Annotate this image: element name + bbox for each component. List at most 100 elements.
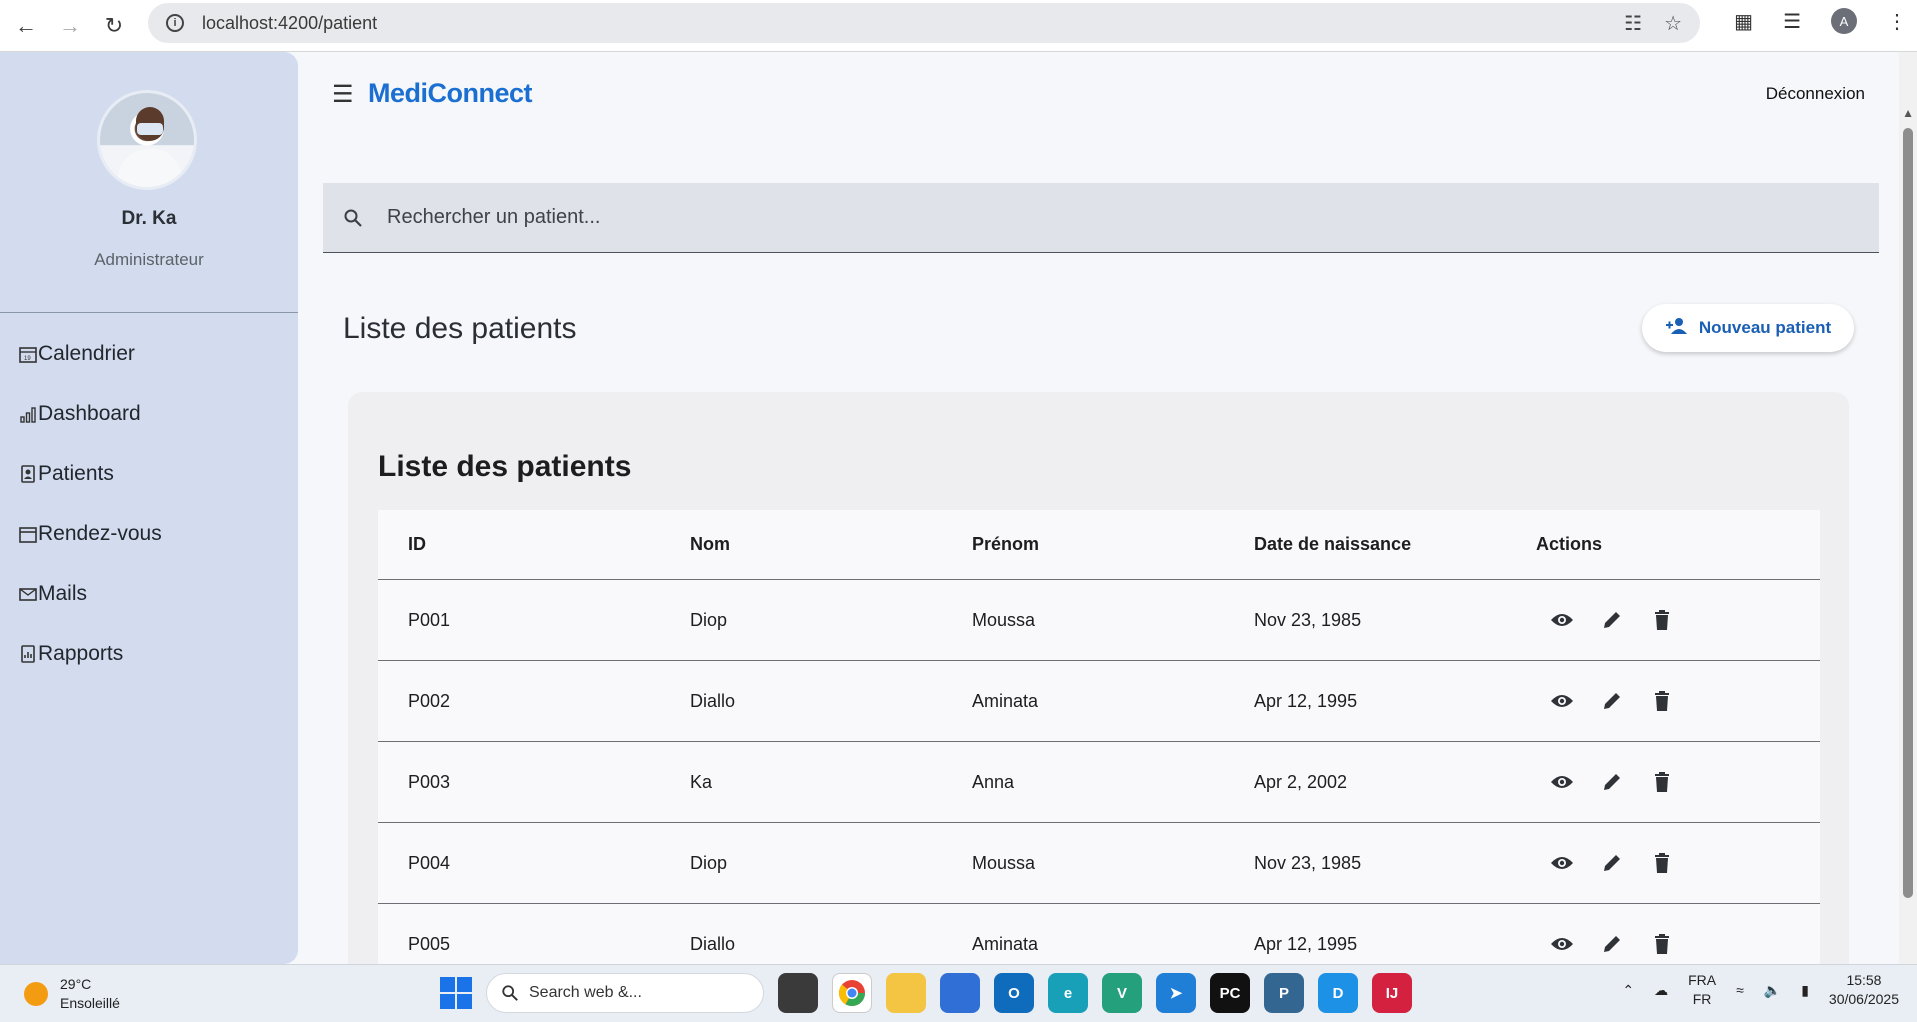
app-brand: MediConnect xyxy=(368,78,533,108)
sidebar-item-calendrier[interactable]: 19 Calendrier xyxy=(18,324,162,384)
taskbar-search[interactable]: Search web &... xyxy=(486,973,764,1013)
address-bar[interactable]: i localhost:4200/patient ☷ ☆ xyxy=(148,3,1700,43)
windows-start-icon[interactable] xyxy=(440,977,472,1009)
view-eye-icon[interactable] xyxy=(1550,689,1574,713)
cell-prenom: Anna xyxy=(972,771,1015,792)
edit-pencil-icon[interactable] xyxy=(1600,851,1624,875)
file-explorer-icon[interactable] xyxy=(886,973,926,1013)
translate-icon[interactable]: ☷ xyxy=(1624,11,1642,36)
cell-prenom: Aminata xyxy=(972,690,1039,711)
postgres-icon[interactable]: P xyxy=(1264,973,1304,1013)
weather-widget[interactable]: 29°C Ensoleillé xyxy=(24,975,120,1013)
extensions-icon[interactable]: ▦ xyxy=(1734,9,1753,34)
sidebar-item-dashboard[interactable]: Dashboard xyxy=(18,384,162,444)
bookmark-star-icon[interactable]: ☆ xyxy=(1664,11,1682,36)
browser-menu-icon[interactable]: ⋮ xyxy=(1887,9,1907,34)
language-top: FRA xyxy=(1688,972,1717,988)
sidebar-item-label: Calendrier xyxy=(38,342,135,365)
site-info-icon[interactable]: i xyxy=(166,14,184,32)
doctor-name: Dr. Ka xyxy=(121,208,177,229)
sun-icon xyxy=(24,982,48,1006)
intellij-icon[interactable]: IJ xyxy=(1372,973,1412,1013)
table-row: P004 Diop Moussa Nov 23, 1985 xyxy=(378,823,1820,904)
scroll-thumb[interactable] xyxy=(1903,128,1913,898)
reload-icon[interactable]: ↻ xyxy=(92,4,136,48)
column-header-date[interactable]: Date de naissance xyxy=(1224,534,1506,555)
cell-date: Nov 23, 1985 xyxy=(1254,609,1362,630)
table-header: ID Nom Prénom Date de naissance Actions xyxy=(378,510,1820,580)
volume-icon[interactable]: 🔈 xyxy=(1764,982,1781,999)
edit-pencil-icon[interactable] xyxy=(1600,932,1624,956)
view-eye-icon[interactable] xyxy=(1550,770,1574,794)
task-view-icon[interactable] xyxy=(778,973,818,1013)
cell-date: Nov 23, 1985 xyxy=(1254,852,1362,873)
profile-avatar[interactable]: A xyxy=(1831,8,1857,34)
row-actions xyxy=(1506,932,1820,956)
new-patient-label: Nouveau patient xyxy=(1698,318,1832,337)
pycharm-icon[interactable]: PC xyxy=(1210,973,1250,1013)
sidebar-item-rapports[interactable]: Rapports xyxy=(18,624,162,684)
search-icon xyxy=(341,206,365,230)
patient-icon xyxy=(18,465,38,483)
calendar-icon: 19 xyxy=(18,345,38,363)
cell-nom: Diop xyxy=(690,609,728,630)
column-header-actions: Actions xyxy=(1536,534,1603,554)
page-scrollbar[interactable]: ▲ ▼ xyxy=(1899,52,1917,1012)
sidebar-item-mails[interactable]: Mails xyxy=(18,564,162,624)
view-eye-icon[interactable] xyxy=(1550,851,1574,875)
cell-id: P005 xyxy=(408,933,451,954)
scroll-up-icon[interactable]: ▲ xyxy=(1902,106,1914,120)
delete-trash-icon[interactable] xyxy=(1650,932,1674,956)
sidebar-item-patients[interactable]: Patients xyxy=(18,444,162,504)
vscode-insiders-icon[interactable]: V xyxy=(1102,973,1142,1013)
search-icon xyxy=(502,985,518,1001)
logout-button[interactable]: Déconnexion xyxy=(1766,84,1865,104)
cell-prenom: Moussa xyxy=(972,852,1036,873)
onedrive-icon[interactable]: ☁ xyxy=(1654,982,1668,999)
edit-pencil-icon[interactable] xyxy=(1600,689,1624,713)
table-row: P003 Ka Anna Apr 2, 2002 xyxy=(378,742,1820,823)
appointment-icon xyxy=(18,525,38,543)
table-row: P002 Diallo Aminata Apr 12, 1995 xyxy=(378,661,1820,742)
vscode-icon[interactable]: ➤ xyxy=(1156,973,1196,1013)
edge-icon[interactable]: e xyxy=(1048,973,1088,1013)
cell-date: Apr 12, 1995 xyxy=(1254,690,1358,711)
taskbar-apps: Search web &... O e V ➤ PC P D IJ xyxy=(440,973,1412,1013)
sidebar-item-rendez-vous[interactable]: Rendez-vous xyxy=(18,504,162,564)
new-patient-button[interactable]: Nouveau patient xyxy=(1642,304,1854,352)
wifi-icon[interactable]: ≈ xyxy=(1736,982,1744,998)
store-icon[interactable] xyxy=(940,973,980,1013)
delete-trash-icon[interactable] xyxy=(1650,770,1674,794)
delete-trash-icon[interactable] xyxy=(1650,851,1674,875)
chevron-up-icon[interactable]: ⌃ xyxy=(1622,982,1634,999)
sidebar: Dr. Ka Administrateur 19 Calendrier Dash… xyxy=(0,52,298,964)
clock-time: 15:58 xyxy=(1846,972,1882,988)
clock[interactable]: 15:58 30/06/2025 xyxy=(1829,971,1899,1009)
hamburger-menu-icon[interactable]: ☰ xyxy=(332,80,354,109)
forward-icon[interactable]: → xyxy=(48,4,92,48)
system-tray: ⌃ ☁ FRA FR ≈ 🔈 ▮ 15:58 30/06/2025 xyxy=(1622,971,1899,1009)
row-actions xyxy=(1506,851,1820,875)
patients-table: ID Nom Prénom Date de naissance Actions … xyxy=(378,510,1820,985)
search-input[interactable] xyxy=(387,206,1787,229)
docker-icon[interactable]: D xyxy=(1318,973,1358,1013)
battery-icon[interactable]: ▮ xyxy=(1801,982,1809,999)
media-control-icon[interactable]: ☰ xyxy=(1783,9,1801,34)
chrome-icon[interactable] xyxy=(832,973,872,1013)
table-body: P001 Diop Moussa Nov 23, 1985 P002 Diallo Amin… xyxy=(378,580,1820,985)
language-indicator[interactable]: FRA FR xyxy=(1688,971,1716,1009)
edit-pencil-icon[interactable] xyxy=(1600,770,1624,794)
column-header-id[interactable]: ID xyxy=(378,534,660,555)
view-eye-icon[interactable] xyxy=(1550,608,1574,632)
cell-nom: Diallo xyxy=(690,690,736,711)
view-eye-icon[interactable] xyxy=(1550,932,1574,956)
edit-pencil-icon[interactable] xyxy=(1600,608,1624,632)
outlook-icon[interactable]: O xyxy=(994,973,1034,1013)
delete-trash-icon[interactable] xyxy=(1650,689,1674,713)
column-header-prenom[interactable]: Prénom xyxy=(942,534,1224,555)
back-icon[interactable]: ← xyxy=(4,4,48,48)
delete-trash-icon[interactable] xyxy=(1650,608,1674,632)
column-header-nom[interactable]: Nom xyxy=(660,534,942,555)
avatar xyxy=(97,90,197,190)
temperature: 29°C xyxy=(60,976,92,992)
